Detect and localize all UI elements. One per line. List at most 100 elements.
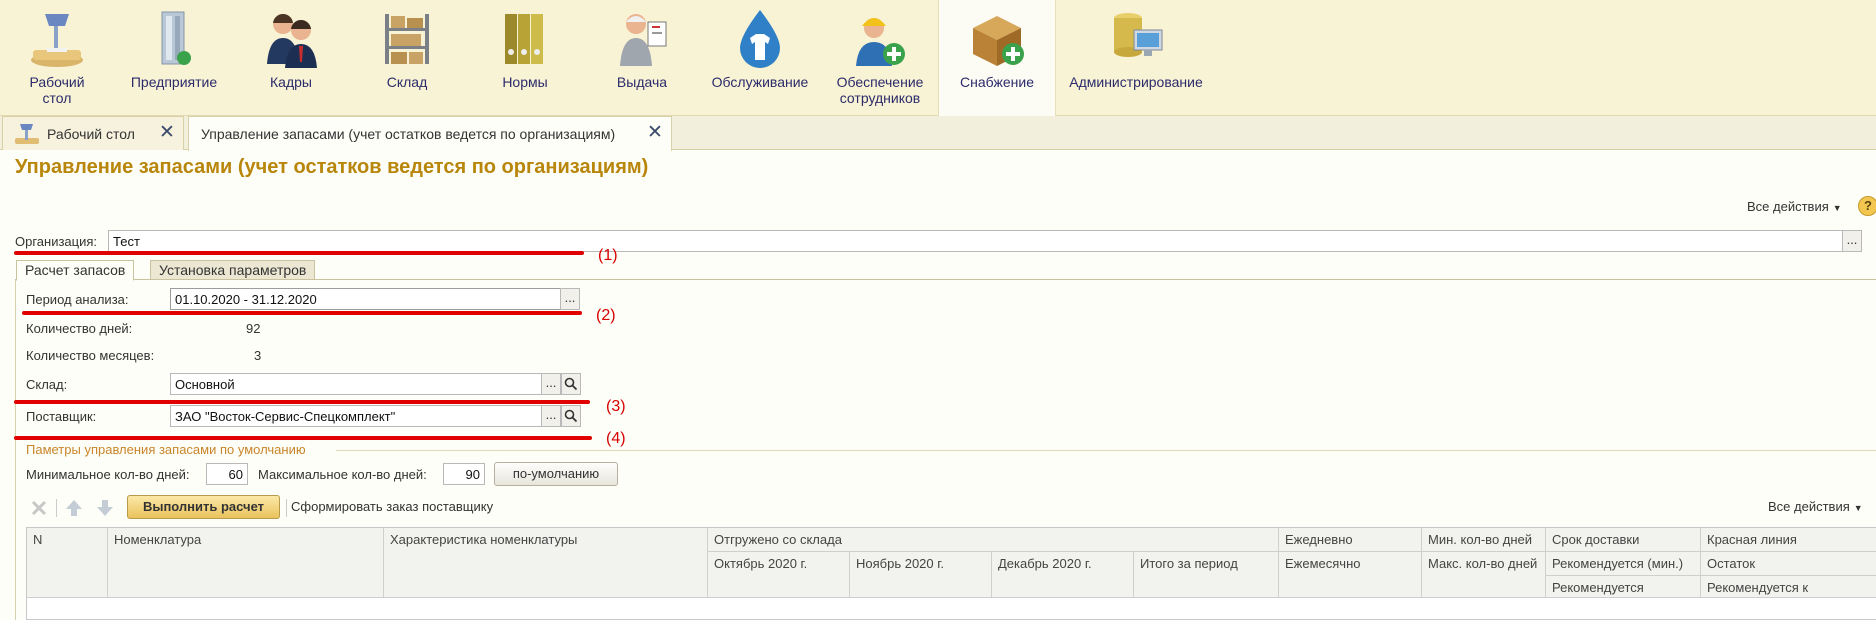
box-add-icon [973,16,1024,66]
min-days-field[interactable]: 60 [206,463,248,485]
column-header-shipped[interactable]: Отгружено со склада [708,528,1279,552]
open-windows-bar: Рабочий стол ✕ Управление запасами (учет… [0,116,1876,151]
tab-stock-calculation[interactable]: Расчет запасов [16,260,135,281]
section-label: Администрирование [1069,74,1203,90]
column-header-recommended[interactable]: Рекомендуется [1546,576,1701,598]
binders-icon [505,14,543,64]
section-label: Склад [386,74,428,90]
column-header-remainder[interactable]: Остаток [1701,552,1876,576]
delete-icon[interactable] [28,497,50,519]
organization-label: Организация: [15,234,98,249]
annotation-3: (3) [606,398,626,415]
all-actions-label: Все действия [1768,499,1850,514]
all-actions-menu[interactable]: Все действия ▼ [1747,199,1842,214]
section-enterprise[interactable]: Предприятие [120,0,228,116]
open-tab-title: Рабочий стол [47,126,135,142]
annotation-underline-4 [14,436,592,440]
stock-table[interactable]: N Номенклатура Характеристика номенклату… [26,527,1876,620]
worker-issue-icon [620,14,667,66]
close-icon[interactable]: ✕ [647,123,663,142]
section-service[interactable]: Обслуживание [706,0,814,116]
close-icon[interactable]: ✕ [159,123,175,142]
help-button[interactable]: ? [1858,196,1876,216]
desk-lamp-icon [15,124,39,144]
move-up-icon[interactable] [63,497,85,519]
supplier-field[interactable]: ЗАО "Восток-Сервис-Спецкомплект" [170,405,544,427]
tab-parameters[interactable]: Установка параметров [150,260,316,280]
section-desktop[interactable]: Рабочий стол [18,0,96,116]
warehouse-search-button[interactable] [561,373,581,395]
annotation-4: (4) [606,430,626,447]
database-computer-icon [1114,13,1163,57]
make-supplier-order-button[interactable]: Сформировать заказ поставщику [291,499,493,514]
column-header-total[interactable]: Итого за период [1134,552,1279,598]
section-employee-supply[interactable]: Обеспечение сотрудников [828,0,932,116]
open-tab-stock-management[interactable]: Управление запасами (учет остатков ведет… [188,116,672,151]
column-header-nomenclature[interactable]: Номенклатура [108,528,384,598]
page-title: Управление запасами (учет остатков ведет… [15,156,649,178]
column-header-n[interactable]: N [27,528,108,598]
chevron-down-icon: ▼ [1853,503,1863,513]
column-header-red-line[interactable]: Красная линия [1701,528,1876,552]
chevron-down-icon: ▼ [1832,203,1842,213]
section-administration[interactable]: Администрирование [1062,0,1210,116]
group-divider [336,450,1876,451]
column-header-min-days[interactable]: Мин. кол-во дней [1422,528,1546,552]
warehouse-field[interactable]: Основной [170,373,544,395]
column-header-recommended-min[interactable]: Рекомендуется (мин.) [1546,552,1701,576]
default-params-group-title: Паметры управления запасами по умолчанию [26,442,306,457]
move-down-icon[interactable] [94,497,116,519]
min-days-label: Минимальное кол-во дней: [26,467,190,482]
water-drop-shirt-icon [740,10,780,68]
toolbar-separator [56,499,57,517]
execute-calculation-button[interactable]: Выполнить расчет [127,495,280,519]
building-icon [161,11,191,65]
supplier-label: Поставщик: [26,409,97,424]
annotation-underline-2 [22,311,582,315]
period-choose-button[interactable]: ... [560,288,580,310]
warehouse-label: Склад: [26,377,68,392]
months-label: Количество месяцев: [26,348,155,363]
column-header-recommended-to[interactable]: Рекомендуется к [1701,576,1876,598]
supplier-choose-button[interactable]: ... [541,405,561,427]
section-label: Выдача [616,74,668,90]
search-icon [564,409,578,423]
section-label: Снабжение [960,74,1034,90]
people-icon [267,13,317,68]
section-issue[interactable]: Выдача [602,0,682,116]
section-procurement[interactable]: Снабжение [938,0,1056,118]
column-header-max-days[interactable]: Макс. кол-во дней [1422,552,1546,598]
days-value: 92 [246,321,261,336]
column-header-october[interactable]: Октябрь 2020 г. [708,552,850,598]
default-values-button[interactable]: по-умолчанию [494,462,618,486]
column-header-delivery[interactable]: Срок доставки [1546,528,1701,552]
supplier-search-button[interactable] [561,405,581,427]
period-field[interactable]: 01.10.2020 - 31.12.2020 [170,288,564,310]
max-days-field[interactable]: 90 [443,463,485,485]
column-header-november[interactable]: Ноябрь 2020 г. [850,552,992,598]
section-personnel[interactable]: Кадры [250,0,332,116]
section-label: Предприятие [130,74,218,90]
annotation-2: (2) [596,307,616,324]
search-icon [564,377,578,391]
warehouse-choose-button[interactable]: ... [541,373,561,395]
section-label: Обеспечение сотрудников [836,74,924,106]
tab-panel-border [15,280,16,620]
column-header-daily[interactable]: Ежедневно [1279,528,1422,552]
organization-choose-button[interactable]: ... [1842,230,1862,252]
table-all-actions-menu[interactable]: Все действия ▼ [1768,499,1863,514]
column-header-december[interactable]: Декабрь 2020 г. [992,552,1134,598]
annotation-underline-3 [14,400,590,404]
annotation-underline-1 [14,251,584,255]
column-header-characteristic[interactable]: Характеристика номенклатуры [384,528,708,598]
warehouse-shelves-icon [385,14,429,64]
section-label: Обслуживание [711,74,809,90]
annotation-1: (1) [598,247,618,264]
worker-add-icon [856,18,905,66]
section-warehouse[interactable]: Склад [366,0,448,116]
organization-field[interactable]: Тест [108,230,1844,252]
days-label: Количество дней: [26,321,133,336]
column-header-monthly[interactable]: Ежемесячно [1279,552,1422,598]
open-tab-desktop[interactable]: Рабочий стол ✕ [2,116,184,150]
section-norms[interactable]: Нормы [484,0,566,116]
